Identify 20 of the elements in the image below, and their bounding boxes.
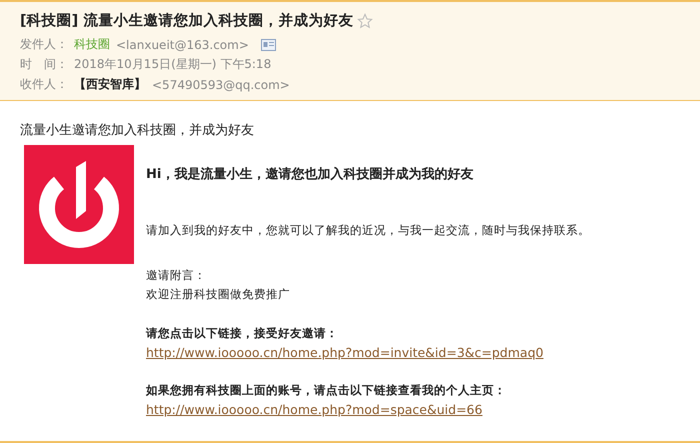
- time-label: 时 间：: [20, 56, 68, 73]
- note-label: 邀请附言：: [146, 267, 207, 284]
- contact-card-icon[interactable]: [260, 38, 276, 50]
- invite-heading: Hi，我是流量小生，邀请您也加入科技圈并成为我的好友: [146, 166, 474, 183]
- link-prompt: 如果您拥有科技圈上面的账号，请点击以下链接查看我的个人主页：: [146, 382, 507, 399]
- link[interactable]: http://www.iooooo.cn/home.php?mod=invite&id=3&c=pdmaq0: [146, 343, 590, 363]
- mail-subject: [科技圈] 流量小生邀请您加入科技圈，并成为好友: [20, 12, 354, 30]
- sent-time: 2018年10月15日(星期一) 下午5:18: [74, 56, 272, 73]
- recipient-name: 【西安智库】: [74, 76, 146, 93]
- power-logo-icon: [24, 145, 134, 264]
- link[interactable]: http://www.iooooo.cn/home.php?mod=space&uid=66: [146, 400, 590, 420]
- intro-text: 流量小生邀请您加入科技圈，并成为好友: [20, 122, 255, 139]
- note-text: 欢迎注册科技圈做免费推广: [146, 286, 291, 303]
- invite-message: 请加入到我的好友中，您就可以了解我的近况，与我一起交流，随时与我保持联系。: [146, 223, 590, 238]
- sender-email: <lanxueit@163.com>: [116, 38, 249, 52]
- link-prompt: 请您点击以下链接，接受好友邀请：: [146, 325, 339, 342]
- recipient-email: <57490593@qq.com>: [152, 78, 290, 92]
- star-icon[interactable]: [357, 12, 374, 28]
- recipient-label: 收件人：: [20, 76, 68, 93]
- sender-label: 发件人：: [20, 36, 68, 53]
